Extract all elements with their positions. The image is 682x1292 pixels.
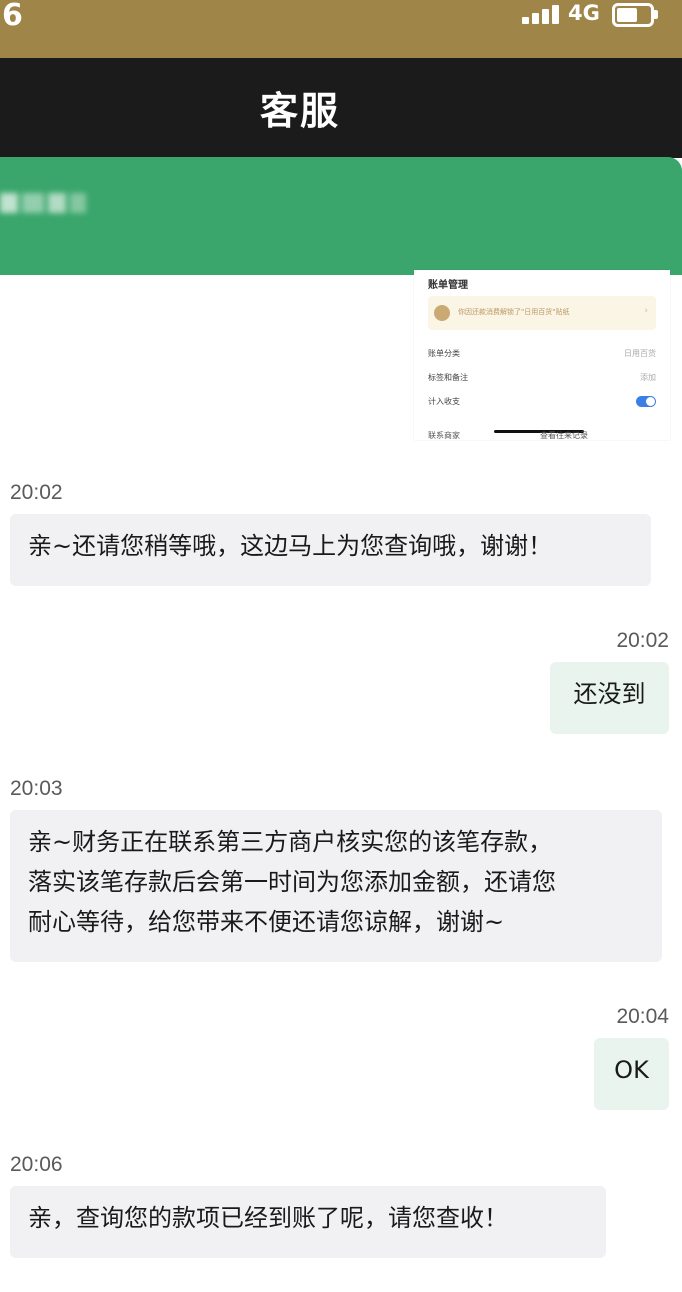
image-title: 账单管理	[428, 280, 468, 291]
signal-strength-icon	[522, 5, 562, 24]
incoming-message-bubble[interactable]: 亲，查询您的款项已经到账了呢，请您查收！	[10, 1186, 606, 1258]
image-row-label: 账单分类	[428, 349, 460, 358]
message-text-line: 亲~财务正在联系第三方商户核实您的该笔存款，	[28, 828, 553, 856]
image-row-label: 计入收支	[428, 397, 460, 406]
announcement-banner[interactable]	[0, 157, 682, 275]
toggle-icon	[636, 396, 656, 407]
image-row: 标签和备注 添加	[428, 372, 656, 386]
sticker-icon	[434, 305, 450, 321]
chevron-right-icon: ›	[644, 306, 648, 316]
outgoing-message-bubble[interactable]: 还没到	[550, 662, 669, 734]
image-notice-text: 你因还款消费解锁了"日用百货"贴纸	[458, 308, 570, 316]
message-text-line: 耐心等待，给您带来不便还请您谅解，谢谢~	[28, 908, 505, 936]
image-footer-right: 查看往来记录	[540, 431, 588, 440]
status-time: 6	[2, 0, 23, 33]
chat-header: 客服	[0, 58, 682, 158]
message-timestamp: 20:03	[10, 777, 63, 800]
message-timestamp: 20:06	[10, 1153, 63, 1176]
image-row: 账单分类 日用百货	[428, 348, 656, 362]
message-text: 亲，查询您的款项已经到账了呢，请您查收！	[28, 1204, 508, 1232]
image-row-value: 添加	[640, 373, 656, 382]
network-type: 4G	[568, 1, 600, 25]
image-row-label: 标签和备注	[428, 373, 468, 382]
battery-icon	[612, 3, 654, 27]
image-row-value: 日用百货	[624, 349, 656, 358]
message-timestamp: 20:04	[616, 1005, 669, 1028]
outgoing-message-bubble[interactable]: OK	[594, 1038, 669, 1110]
message-timestamp: 20:02	[616, 629, 669, 652]
blurred-text	[0, 193, 96, 227]
image-footer-left: 联系商家	[428, 431, 460, 440]
message-text-line: 落实该笔存款后会第一时间为您添加金额，还请您	[28, 868, 556, 896]
page-title: 客服	[259, 89, 340, 133]
shared-screenshot-image[interactable]: 账单管理 你因还款消费解锁了"日用百货"贴纸 › 账单分类 日用百货 标签和备注…	[414, 270, 670, 440]
message-timestamp: 20:02	[10, 481, 63, 504]
message-text: 还没到	[573, 680, 646, 708]
status-bar: 6 4G	[0, 0, 682, 58]
image-row: 计入收支	[428, 396, 656, 410]
incoming-message-bubble[interactable]: 亲~财务正在联系第三方商户核实您的该笔存款， 落实该笔存款后会第一时间为您添加金…	[10, 810, 662, 962]
image-notice: 你因还款消费解锁了"日用百货"贴纸 ›	[428, 296, 656, 330]
message-text: 亲~还请您稍等哦，这边马上为您查询哦，谢谢！	[28, 532, 553, 560]
message-text: OK	[614, 1056, 649, 1084]
incoming-message-bubble[interactable]: 亲~还请您稍等哦，这边马上为您查询哦，谢谢！	[10, 514, 651, 586]
battery-tip	[654, 10, 658, 19]
